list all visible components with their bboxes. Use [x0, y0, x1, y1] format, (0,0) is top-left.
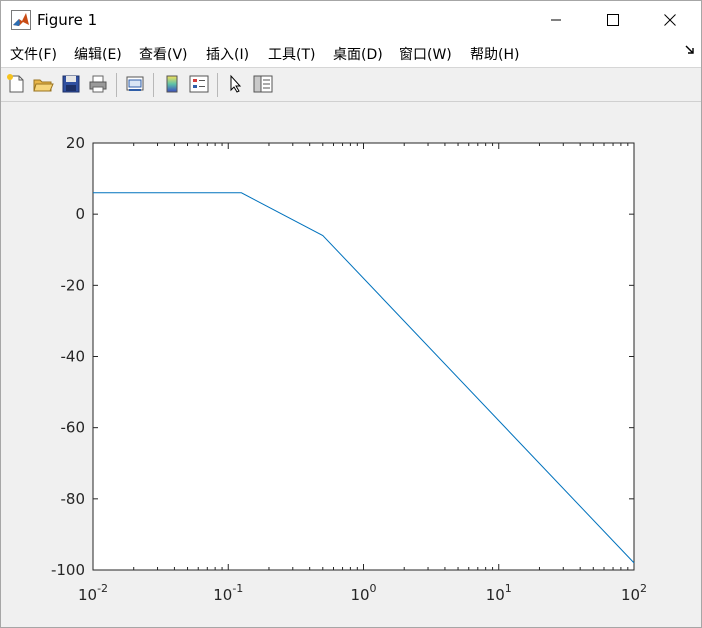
- minimize-icon: [551, 19, 561, 21]
- x-tick-label: 100: [350, 582, 376, 604]
- figure-canvas: 20 0 -20 -40 -60 -80 -100 10-2 10-1 100 101 102: [1, 102, 701, 627]
- x-tick-label: 10-1: [213, 582, 243, 604]
- y-tick-label: 20: [66, 134, 85, 152]
- toolbar-separator: [217, 73, 218, 97]
- link-plot-icon[interactable]: [124, 73, 146, 95]
- toolbar-separator: [116, 73, 117, 97]
- pointer-icon[interactable]: [225, 73, 247, 95]
- minimize-button[interactable]: [533, 1, 579, 39]
- figure-window: Figure 1 文件(F) 编辑(E) 查看(V) 插入(I) 工具(T) 桌…: [0, 0, 702, 628]
- menu-file[interactable]: 文件(F): [10, 44, 57, 64]
- y-tick-label: -100: [51, 561, 85, 579]
- property-editor-icon[interactable]: [252, 73, 274, 95]
- menu-view[interactable]: 查看(V): [139, 44, 188, 64]
- legend-icon[interactable]: [188, 73, 210, 95]
- menu-window[interactable]: 窗口(W): [399, 44, 452, 64]
- maximize-button[interactable]: [590, 1, 636, 39]
- matlab-icon: [11, 10, 31, 30]
- toolbar-separator: [153, 73, 154, 97]
- maximize-icon: [607, 14, 619, 26]
- x-tick-label: 10-2: [78, 582, 108, 604]
- y-tick-label: 0: [75, 205, 85, 223]
- y-tick-label: -20: [61, 276, 86, 294]
- print-icon[interactable]: [87, 73, 109, 95]
- save-icon[interactable]: [60, 73, 82, 95]
- close-button[interactable]: [647, 1, 693, 39]
- title-bar[interactable]: Figure 1: [1, 1, 701, 39]
- plot-axes[interactable]: 20 0 -20 -40 -60 -80 -100 10-2 10-1 100 101 102: [1, 102, 701, 627]
- y-tick-label: -40: [61, 348, 86, 366]
- y-tick-label: -60: [61, 419, 86, 437]
- x-tick-label: 102: [621, 582, 647, 604]
- colorbar-icon[interactable]: [161, 73, 183, 95]
- menu-desktop[interactable]: 桌面(D): [333, 44, 383, 64]
- window-title: Figure 1: [37, 11, 98, 29]
- y-tick-label: -80: [61, 490, 86, 508]
- menu-edit[interactable]: 编辑(E): [74, 44, 122, 64]
- x-tick-label: 101: [486, 582, 512, 604]
- menu-help[interactable]: 帮助(H): [470, 44, 519, 64]
- axes-background: [93, 143, 634, 570]
- close-icon: [664, 14, 676, 26]
- open-file-icon[interactable]: [32, 73, 54, 95]
- new-figure-icon[interactable]: [5, 73, 27, 95]
- menu-bar: 文件(F) 编辑(E) 查看(V) 插入(I) 工具(T) 桌面(D) 窗口(W…: [1, 39, 701, 68]
- dock-figure-icon[interactable]: [685, 45, 695, 55]
- menu-insert[interactable]: 插入(I): [206, 44, 249, 64]
- menu-tools[interactable]: 工具(T): [268, 44, 315, 64]
- toolbar: [1, 68, 701, 102]
